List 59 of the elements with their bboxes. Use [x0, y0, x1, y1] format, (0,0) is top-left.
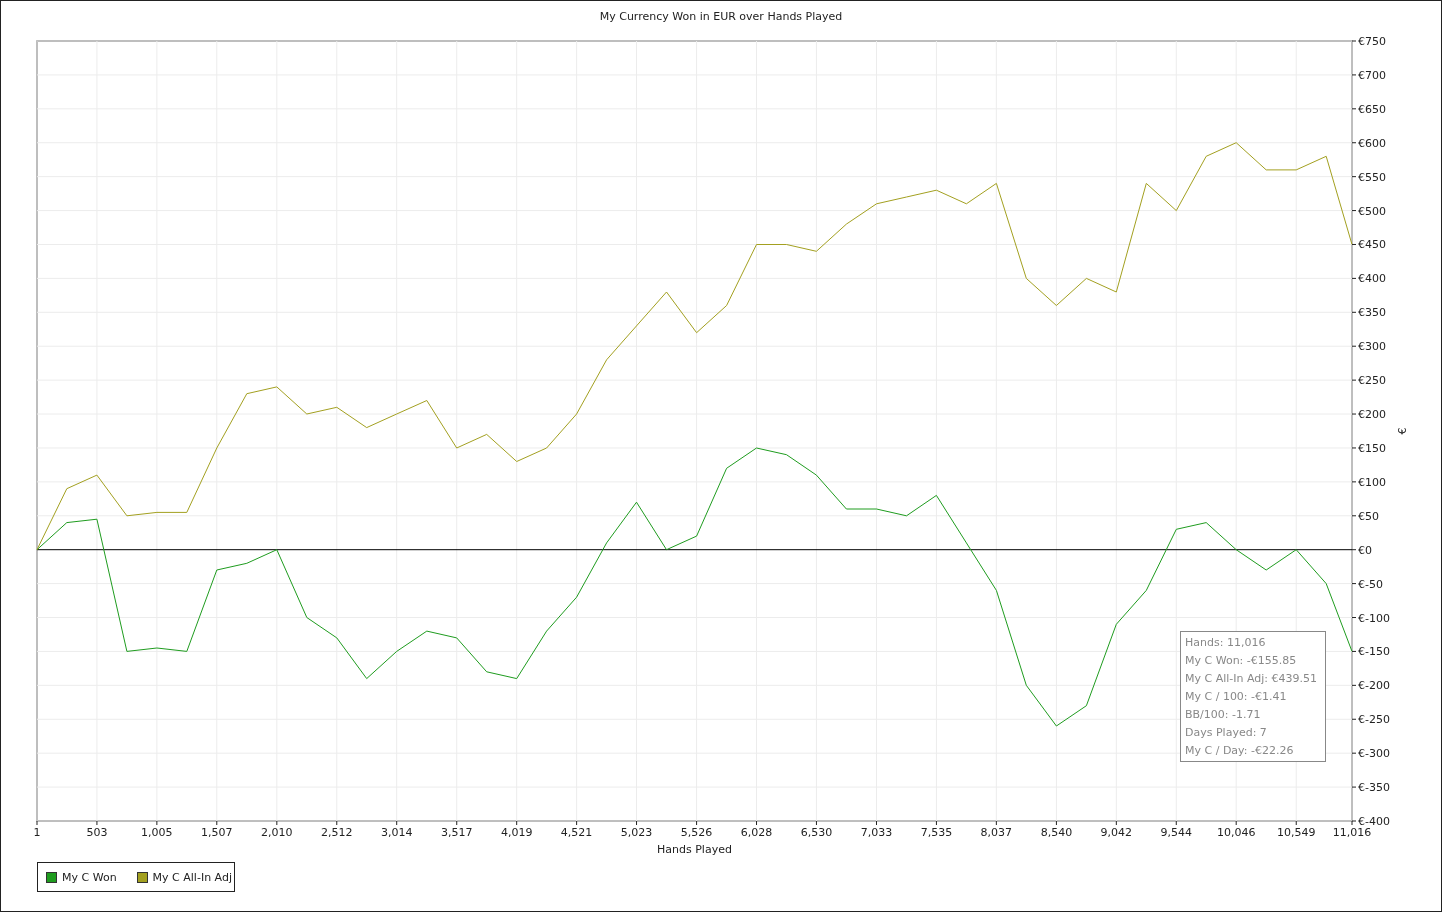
y-tick-label: €50	[1358, 509, 1379, 523]
y-tick-label: €-150	[1358, 645, 1390, 659]
x-axis-title: Hands Played	[657, 843, 732, 856]
x-tick-label: 7,535	[920, 826, 953, 839]
tooltip-text: Days Played: 7	[1185, 726, 1268, 739]
x-tick-label: 1	[33, 826, 41, 839]
x-tick-label: 10,549	[1277, 826, 1316, 839]
y-tick-label: €150	[1358, 441, 1386, 455]
y-tick-label: €750	[1358, 35, 1386, 48]
tooltip-text: My C Won: -€155.85	[1185, 654, 1298, 667]
y-tick-label: €-250	[1358, 713, 1390, 727]
x-tick-label: 1,005	[141, 826, 173, 839]
x-tick-label: 5,526	[680, 826, 713, 839]
y-tick-label: €550	[1358, 170, 1386, 184]
y-tick-label: €-100	[1358, 611, 1390, 625]
y-tick-label: €-50	[1358, 577, 1383, 591]
y-tick-label: €600	[1358, 136, 1386, 150]
y-axis-title: €	[1396, 427, 1409, 435]
y-tick-label: €350	[1358, 306, 1386, 320]
x-tick-label: 5,023	[620, 826, 653, 839]
x-tick-label: 7,033	[860, 826, 893, 839]
x-tick-label: 503	[86, 826, 108, 839]
y-tick-label: €0	[1358, 543, 1372, 557]
x-tick-label: 2,512	[321, 826, 353, 839]
x-tick-label: 11,016	[1332, 826, 1372, 839]
x-tick-label: 9,042	[1100, 826, 1133, 839]
chart-title: My Currency Won in EUR over Hands Played	[599, 9, 843, 23]
y-tick-label: €-350	[1358, 781, 1390, 795]
y-tick-label: €700	[1358, 68, 1386, 82]
x-tick-label: 3,014	[380, 826, 413, 839]
y-tick-label: €-200	[1358, 679, 1390, 693]
y-tick-label: €650	[1358, 102, 1386, 116]
tooltip-text: My C All-In Adj: €439.51	[1185, 672, 1318, 685]
tooltip-text: BB/100: -1.71	[1185, 708, 1262, 721]
x-tick-label: 4,019	[500, 826, 533, 839]
legend-label: My C All-In Adj	[152, 870, 232, 884]
y-tick-label: €-400	[1358, 815, 1390, 828]
y-tick-label: €-300	[1358, 747, 1390, 761]
y-tick-label: €200	[1358, 408, 1386, 422]
x-tick-label: 8,540	[1040, 826, 1073, 839]
y-tick-label: €500	[1358, 204, 1386, 218]
x-tick-label: 6,028	[740, 826, 773, 839]
tooltip-text: My C / Day: -€22.26	[1185, 744, 1295, 757]
x-tick-label: 6,530	[800, 826, 833, 839]
y-tick-label: €100	[1358, 475, 1386, 489]
y-tick-label: €400	[1358, 272, 1386, 286]
x-tick-label: 1,507	[201, 826, 233, 839]
x-tick-label: 9,544	[1160, 826, 1192, 839]
x-tick-label: 3,517	[441, 826, 473, 839]
x-tick-label: 10,046	[1216, 826, 1256, 839]
x-tick-label: 4,521	[560, 826, 593, 839]
tooltip-text: My C / 100: -€1.41	[1185, 690, 1288, 703]
tooltip-text: Hands: 11,016	[1185, 636, 1267, 649]
legend-label: My C Won	[62, 870, 117, 884]
y-tick-label: €300	[1358, 340, 1386, 354]
y-tick-label: €450	[1358, 238, 1386, 252]
y-tick-label: €250	[1358, 374, 1386, 388]
x-tick-label: 2,010	[261, 826, 293, 839]
x-tick-label: 8,037	[980, 826, 1013, 839]
